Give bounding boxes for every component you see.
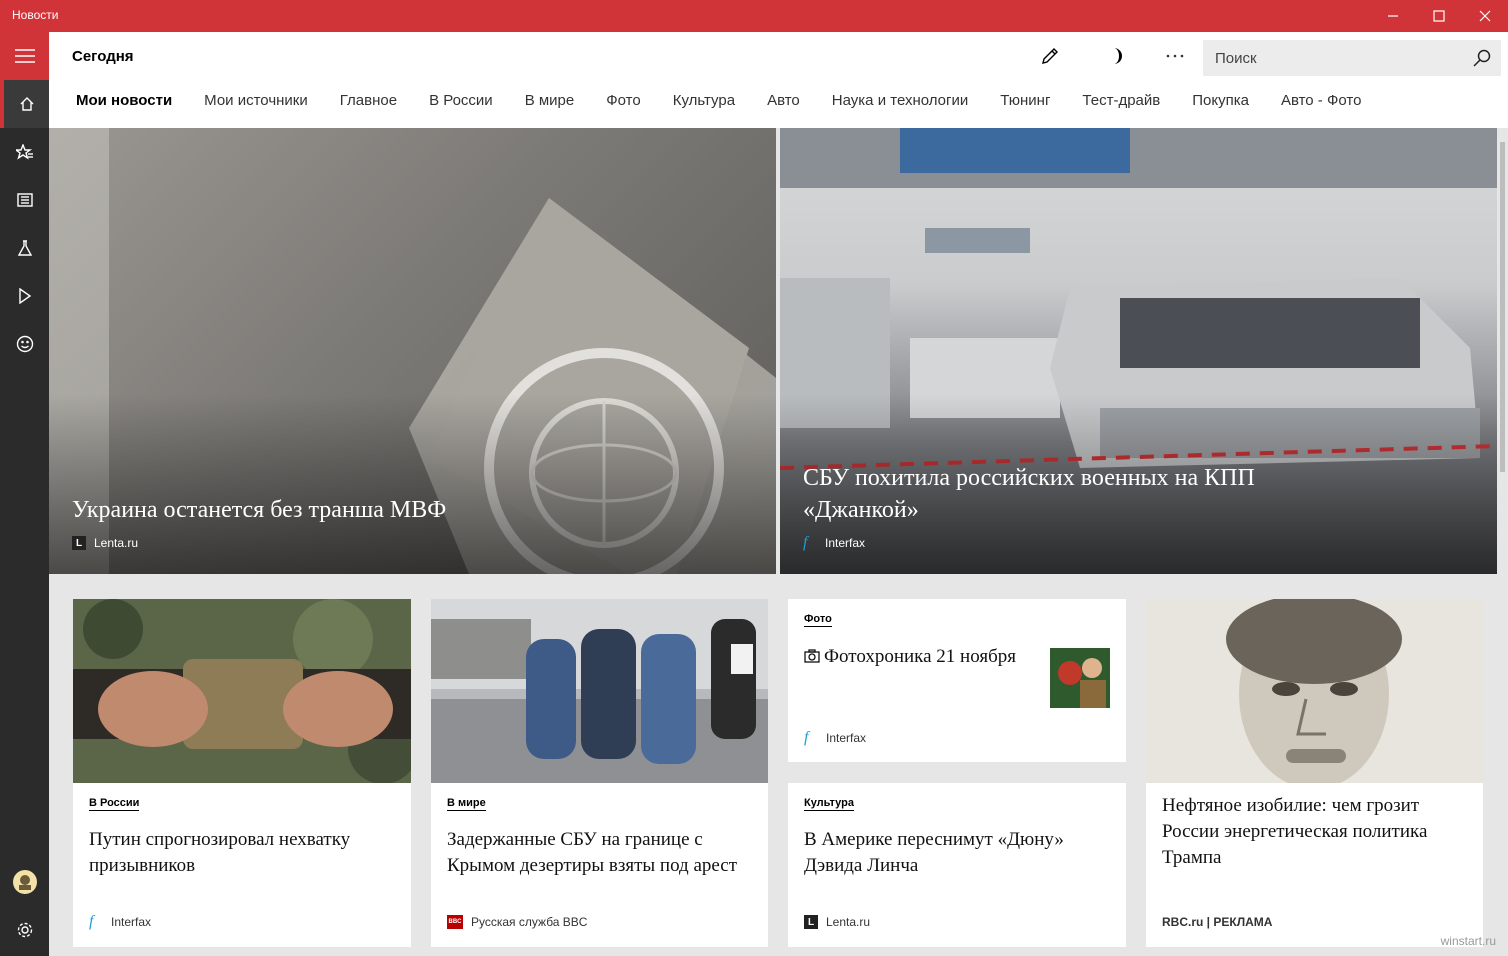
source-name: Interfax: [111, 915, 152, 929]
article-image-portrait: [1146, 599, 1483, 783]
rail-item-favorites[interactable]: [0, 128, 49, 176]
minimize-button[interactable]: [1370, 0, 1416, 32]
maximize-icon: [1433, 10, 1445, 22]
science-icon: [17, 240, 32, 256]
article-card-ad[interactable]: Нефтяное изобилие: чем грозит России эне…: [1146, 599, 1483, 947]
edit-button[interactable]: [1034, 44, 1066, 68]
minimize-icon: [1388, 15, 1398, 17]
scrollbar-thumb[interactable]: [1500, 142, 1505, 472]
search-box: [1203, 40, 1501, 76]
theme-button[interactable]: [1101, 44, 1133, 68]
lenta-logo-icon: L: [72, 536, 86, 550]
page-title: Сегодня: [72, 48, 134, 65]
favorites-icon: [15, 144, 33, 160]
close-button[interactable]: [1462, 0, 1508, 32]
article-source: f Interfax: [804, 729, 867, 746]
moon-icon: [1114, 48, 1122, 64]
lenta-logo-icon: L: [804, 915, 818, 929]
article-title[interactable]: Фотохроника 21 ноября: [824, 644, 1024, 670]
tab-purchase[interactable]: Покупка: [1192, 92, 1249, 109]
category-tabs: Мои новости Мои источники Главное В Росс…: [76, 92, 1393, 109]
category-label[interactable]: Фото: [804, 613, 832, 627]
maximize-button[interactable]: [1416, 0, 1462, 32]
source-name: Interfax: [825, 536, 866, 550]
article-thumbnail: [1050, 648, 1110, 708]
home-icon: [20, 97, 33, 111]
article-title[interactable]: В Америке переснимут «Дюну» Дэвида Линча: [804, 827, 1112, 879]
camera-icon: [804, 649, 820, 663]
news-icon: [16, 193, 33, 207]
tab-test-drive[interactable]: Тест-драйв: [1082, 92, 1160, 109]
window-title: Новости: [12, 8, 59, 22]
rail-item-science[interactable]: [0, 224, 49, 272]
hero-headline[interactable]: СБУ похитила российских военных на КПП «…: [803, 462, 1363, 526]
article-card[interactable]: В мире Задержанные СБУ на границе с Крым…: [431, 599, 768, 947]
tab-main[interactable]: Главное: [340, 92, 397, 109]
hamburger-button[interactable]: [0, 32, 49, 80]
tab-auto[interactable]: Авто: [767, 92, 800, 109]
source-name: Lenta.ru: [826, 915, 871, 929]
rail-item-settings[interactable]: [0, 906, 49, 954]
watermark: winstart.ru: [1440, 934, 1496, 948]
tab-culture[interactable]: Культура: [673, 92, 735, 109]
tab-tuning[interactable]: Тюнинг: [1000, 92, 1050, 109]
navigation-rail: [0, 32, 49, 956]
source-name: Interfax: [826, 731, 867, 745]
search-icon[interactable]: [1473, 49, 1491, 67]
rail-item-video[interactable]: [0, 272, 49, 320]
tab-world[interactable]: В мире: [525, 92, 575, 109]
article-image-soldier: [73, 599, 411, 783]
article-title[interactable]: Путин спрогнозировал нехватку призывнико…: [89, 827, 397, 879]
close-icon: [1479, 10, 1491, 22]
tab-my-sources[interactable]: Мои источники: [204, 92, 308, 109]
hero-source: L Lenta.ru: [72, 536, 138, 550]
more-button[interactable]: [1159, 44, 1191, 68]
video-icon: [18, 288, 31, 304]
rail-item-home[interactable]: [0, 80, 49, 128]
article-source: f Interfax: [89, 913, 152, 930]
app-header: Сегодня Мои новости Мои источники Главно…: [49, 32, 1508, 128]
search-input[interactable]: [1203, 40, 1463, 76]
gear-icon: [17, 922, 32, 938]
rail-item-smiley[interactable]: [0, 320, 49, 368]
more-icon: [1166, 54, 1184, 58]
source-name: Lenta.ru: [94, 536, 139, 550]
avatar: [12, 870, 37, 894]
article-title[interactable]: Задержанные СБУ на границе с Крымом дезе…: [447, 827, 754, 879]
vertical-scrollbar[interactable]: [1497, 128, 1508, 956]
interfax-logo-icon: f: [89, 913, 94, 930]
article-card[interactable]: В России Путин спрогнозировал нехватку п…: [73, 599, 411, 947]
tab-science[interactable]: Наука и технологии: [832, 92, 968, 109]
hero-article-imf[interactable]: Украина останется без транша МВФ L Lenta…: [49, 128, 776, 574]
hamburger-icon: [14, 49, 35, 63]
bbc-logo-icon: BBC: [447, 915, 463, 929]
pencil-icon: [1042, 48, 1058, 64]
tab-my-news[interactable]: Мои новости: [76, 92, 172, 109]
source-name: Русская служба BBC: [471, 915, 588, 929]
smiley-icon: [16, 335, 33, 353]
tab-russia[interactable]: В России: [429, 92, 493, 109]
title-bar: Новости: [0, 0, 1508, 32]
interfax-logo-icon: f: [803, 534, 808, 551]
category-label[interactable]: Культура: [804, 797, 854, 811]
category-label[interactable]: В России: [89, 797, 140, 811]
article-card-photo[interactable]: Фото Фотохроника 21 ноября f Interfax: [788, 599, 1126, 762]
hero-source: f Interfax: [803, 534, 866, 551]
rail-item-profile[interactable]: [0, 858, 49, 906]
hero-article-checkpoint[interactable]: СБУ похитила российских военных на КПП «…: [780, 128, 1497, 574]
interfax-logo-icon: f: [804, 729, 809, 746]
article-source: BBC Русская служба BBC: [447, 915, 587, 929]
hero-headline[interactable]: Украина останется без транша МВФ: [72, 494, 446, 526]
category-label[interactable]: В мире: [447, 797, 486, 811]
tab-photo[interactable]: Фото: [606, 92, 640, 109]
article-source: L Lenta.ru: [804, 915, 870, 929]
ad-source: RBC.ru | РЕКЛАМА: [1162, 915, 1273, 929]
rail-item-news[interactable]: [0, 176, 49, 224]
tab-auto-photo[interactable]: Авто - Фото: [1281, 92, 1361, 109]
article-image-police: [431, 599, 768, 783]
article-card[interactable]: Культура В Америке переснимут «Дюну» Дэв…: [788, 783, 1126, 947]
article-title[interactable]: Нефтяное изобилие: чем грозит России эне…: [1162, 793, 1469, 871]
